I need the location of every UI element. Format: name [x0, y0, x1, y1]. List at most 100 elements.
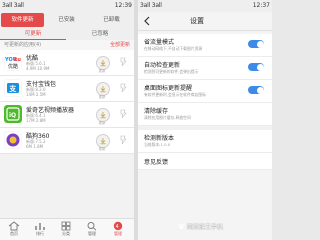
- bottom-navigation: 首页 排行 分类 管理 4 管理: [0, 218, 134, 240]
- nav-home[interactable]: 首页: [1, 220, 27, 240]
- toggle-knob: [256, 63, 264, 71]
- ignore-icon[interactable]: [118, 56, 128, 68]
- status-bar: 3all 3all 12:39: [0, 0, 134, 12]
- list-item[interactable]: 酷狗360 新版:7.5.2 6M 1.8M 更新: [0, 128, 134, 154]
- download-icon: [100, 86, 106, 93]
- update-label: 更新: [98, 69, 106, 73]
- app-store-update-screen: 3all 3all 12:39 软件更新 已安装 已卸载 可更新 已忽略 可更新…: [0, 0, 134, 240]
- setting-feedback[interactable]: 意见反馈: [138, 153, 272, 170]
- signal-indicator: 3all 3all: [2, 2, 24, 9]
- setting-subtitle: 检测到可更新的软件,会弹出提示: [144, 69, 199, 74]
- ignore-icon[interactable]: [118, 108, 128, 120]
- update-all-link[interactable]: 全部更新: [110, 40, 130, 50]
- iqiyi-app-icon: iQ: [4, 105, 22, 123]
- nav-manage-active[interactable]: 4 管理: [105, 220, 131, 240]
- nav-label: 首页: [10, 231, 18, 236]
- category-icon: [61, 221, 71, 231]
- ignore-icon[interactable]: [118, 134, 128, 146]
- status-bar: 3all 3all 12:37: [138, 0, 272, 12]
- app-size: 17M 2.8M: [26, 118, 46, 123]
- setting-title: 自动检查更新: [144, 62, 181, 69]
- sub-tabs: 可更新 已忽略: [0, 28, 134, 40]
- setting-check-new-version[interactable]: 检测新版本 当前版本:1.0.0: [138, 130, 272, 153]
- download-icon: [100, 112, 106, 119]
- setting-title: 清除缓存: [144, 108, 169, 115]
- update-label: 更新: [98, 121, 106, 125]
- app-version-info: 新版:7.5.2 6M 1.8M: [26, 139, 46, 149]
- svg-text:ku: ku: [14, 57, 21, 63]
- toggle-knob: [256, 86, 264, 94]
- signal-indicator: 3all 3all: [140, 2, 162, 9]
- manage-icon: 4: [113, 221, 123, 231]
- alipay-app-icon: 支: [4, 79, 22, 97]
- nav-label: 排行: [36, 231, 44, 236]
- auto-check-toggle[interactable]: [248, 63, 264, 71]
- watermark: 网宗旗王手机: [178, 222, 223, 231]
- top-tabs: 软件更新 已安装 已卸载: [0, 12, 134, 28]
- list-item[interactable]: YOU ku 优酷 优酷 新版:5.6.1 4.9M 10.9M 更新: [0, 50, 134, 76]
- setting-subtitle: 当前版本:1.0.0: [144, 142, 171, 147]
- watermark-text: 网宗旗王手机: [186, 224, 223, 231]
- nav-label: 分类: [62, 231, 70, 236]
- list-item[interactable]: iQ 爱奇艺视频播放器 新版:6.4.1 17M 2.8M 更新: [0, 102, 134, 128]
- setting-title: 意见反馈: [144, 159, 169, 166]
- setting-subtitle: 清除应用图片缓存,释放空间: [144, 115, 191, 120]
- kugou-app-icon: [4, 131, 22, 149]
- update-button[interactable]: [96, 56, 110, 70]
- home-icon: [8, 221, 20, 231]
- update-label: 更新: [98, 95, 106, 99]
- page-title: 设置: [190, 17, 204, 25]
- ranking-icon: [35, 223, 45, 230]
- svg-text:iQ: iQ: [9, 112, 16, 119]
- update-label: 更新: [98, 147, 106, 151]
- tab-ignored[interactable]: 已忽略: [67, 28, 133, 40]
- ignore-icon[interactable]: [118, 82, 128, 94]
- tab-installed[interactable]: 已安装: [45, 13, 88, 27]
- nav-manage[interactable]: 管理: [79, 220, 105, 240]
- app-version-info: 新版:6.4.1 17M 2.8M: [26, 113, 46, 123]
- setting-title: 省流量模式: [144, 39, 175, 46]
- tab-uninstalled[interactable]: 已卸载: [90, 13, 133, 27]
- clock: 12:37: [252, 2, 270, 9]
- app-version-info: 新版:8.2.0 14M 2.5M: [26, 87, 46, 97]
- data-saving-toggle[interactable]: [248, 40, 264, 48]
- screenshot-root: 3all 3all 12:39 软件更新 已安装 已卸载 可更新 已忽略 可更新…: [0, 0, 272, 240]
- nav-category[interactable]: 分类: [53, 220, 79, 240]
- tab-software-update[interactable]: 软件更新: [1, 13, 44, 27]
- app-size: 6M 1.8M: [26, 144, 44, 149]
- paw-logo-icon: [178, 223, 185, 230]
- tab-updatable[interactable]: 可更新: [0, 28, 66, 40]
- update-button[interactable]: [96, 134, 110, 148]
- nav-label: 管理: [88, 231, 96, 236]
- clock: 12:39: [114, 2, 132, 9]
- setting-title: 桌面图标更新提醒: [144, 85, 193, 92]
- settings-list: 省流量模式 在移动网络下,不自动下载图片资源 自动检查更新 检测到可更新的软件,…: [138, 34, 272, 170]
- icon-reminder-toggle[interactable]: [248, 86, 264, 94]
- search-icon: [87, 222, 97, 231]
- setting-desktop-icon-reminder[interactable]: 桌面图标更新提醒 有软件更新时,会显示在软件商店图标: [138, 80, 272, 103]
- updatable-count: 可更新的应用(4): [4, 42, 42, 48]
- setting-clear-cache[interactable]: 清除缓存 清除应用图片缓存,释放空间: [138, 103, 272, 126]
- svg-text:优酷: 优酷: [8, 63, 18, 70]
- setting-subtitle: 有软件更新时,会显示在软件商店图标: [144, 92, 206, 97]
- app-list: YOU ku 优酷 优酷 新版:5.6.1 4.9M 10.9M 更新 支 支付宝钱…: [0, 50, 134, 154]
- update-button[interactable]: [96, 82, 110, 96]
- svg-text:4: 4: [116, 224, 119, 230]
- svg-text:支: 支: [8, 84, 17, 93]
- download-icon: [100, 60, 106, 67]
- list-item[interactable]: 支 支付宝钱包 新版:8.2.0 14M 2.5M 更新: [0, 76, 134, 102]
- setting-data-saving[interactable]: 省流量模式 在移动网络下,不自动下载图片资源: [138, 34, 272, 57]
- app-version-info: 新版:5.6.1 4.9M 10.9M: [26, 61, 49, 71]
- toggle-knob: [256, 40, 264, 48]
- back-arrow-icon[interactable]: [142, 15, 152, 27]
- setting-auto-check-update[interactable]: 自动检查更新 检测到可更新的软件,会弹出提示: [138, 57, 272, 80]
- settings-header: 设置: [138, 12, 272, 31]
- list-header: 可更新的应用(4) 全部更新: [0, 40, 134, 50]
- settings-screen: 3all 3all 12:37 设置 省流量模式 在移动网络下,不自动下载图片资…: [138, 0, 272, 240]
- app-size: 14M 2.5M: [26, 92, 46, 97]
- download-icon: [100, 138, 106, 145]
- nav-label: 管理: [114, 231, 122, 236]
- update-button[interactable]: [96, 108, 110, 122]
- app-size: 4.9M 10.9M: [26, 66, 50, 71]
- nav-ranking[interactable]: 排行: [27, 220, 53, 240]
